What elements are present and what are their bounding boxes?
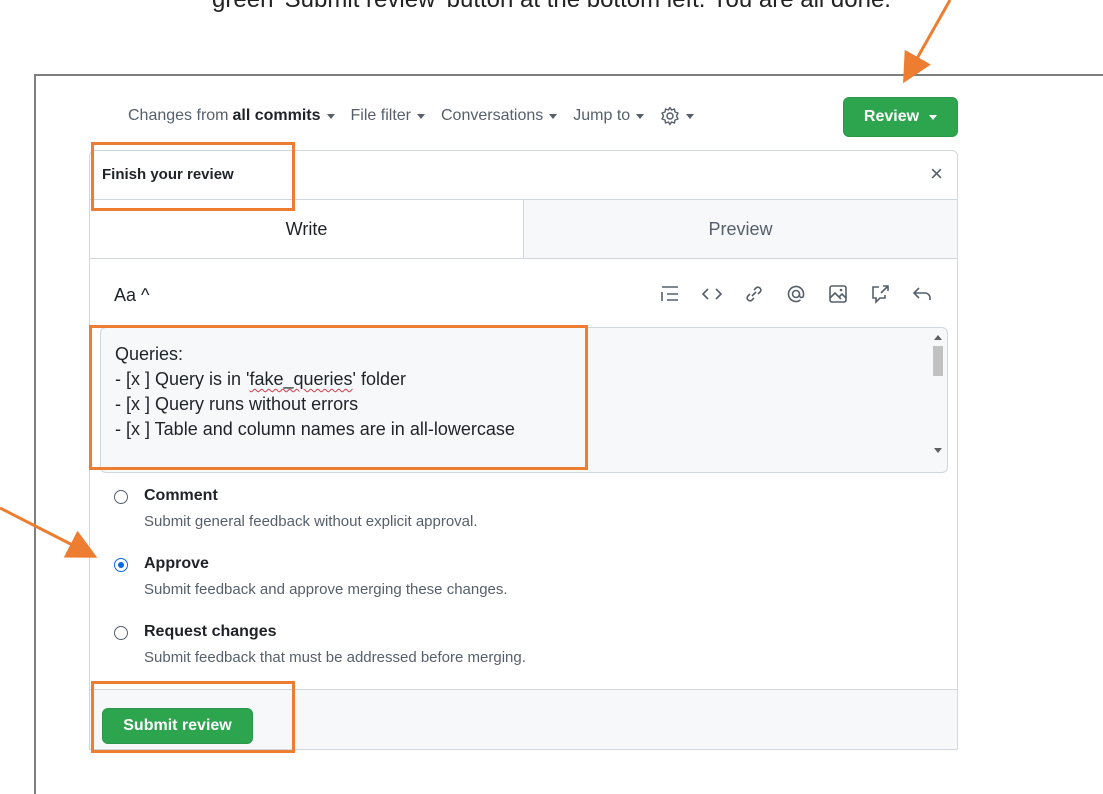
jump-to-dropdown[interactable]: Jump to [573, 107, 645, 125]
conversations-dropdown[interactable]: Conversations [440, 107, 558, 125]
code-icon[interactable] [701, 283, 723, 305]
list-icon[interactable] [659, 283, 681, 305]
changes-from-value: all commits [232, 107, 321, 124]
gear-icon [661, 106, 679, 126]
changes-from-dropdown[interactable]: Changes from all commits [128, 107, 335, 125]
instruction-caption: green 'Submit review' button at the bott… [0, 0, 1103, 14]
file-filter-dropdown[interactable]: File filter [351, 107, 425, 125]
comment-radio[interactable] [114, 490, 128, 504]
pr-files-toolbar: Changes from all commits File filter Con… [128, 96, 710, 136]
option-description: Submit feedback that must be addressed b… [144, 649, 526, 666]
text-format-toggle[interactable]: Aa ^ [114, 285, 149, 306]
reference-icon[interactable] [869, 283, 891, 305]
option-label: Approve [144, 555, 209, 572]
settings-dropdown[interactable] [660, 106, 695, 126]
image-icon[interactable] [827, 283, 849, 305]
review-button[interactable]: Review [843, 97, 958, 137]
chevron-down-icon [416, 113, 425, 119]
option-description: Submit feedback and approve merging thes… [144, 581, 508, 598]
scroll-thumb[interactable] [933, 346, 943, 376]
jump-to-label: Jump to [573, 107, 631, 124]
highlight-box-submit [91, 681, 295, 753]
mention-icon[interactable] [785, 283, 807, 305]
close-icon[interactable]: × [930, 163, 943, 185]
textarea-scrollbar[interactable] [931, 332, 943, 468]
link-icon[interactable] [743, 283, 765, 305]
tab-preview[interactable]: Preview [523, 200, 957, 259]
option-description: Submit general feedback without explicit… [144, 513, 478, 530]
scroll-down-icon[interactable] [934, 448, 942, 453]
option-label: Request changes [144, 623, 277, 640]
highlight-box-title [91, 142, 295, 211]
scroll-up-icon[interactable] [934, 335, 942, 340]
conversations-label: Conversations [440, 107, 544, 124]
markdown-toolbar: Aa ^ [90, 259, 957, 329]
chevron-down-icon [326, 113, 335, 119]
review-button-label: Review [863, 108, 920, 125]
chevron-down-icon [686, 113, 695, 119]
file-filter-label: File filter [350, 107, 411, 124]
chevron-down-icon [549, 113, 558, 119]
chevron-down-icon [929, 114, 938, 120]
undo-icon[interactable] [911, 283, 933, 305]
highlight-box-textarea [89, 325, 588, 470]
request-changes-radio[interactable] [114, 626, 128, 640]
option-label: Comment [144, 487, 218, 504]
changes-from-label: Changes from [128, 107, 229, 124]
chevron-down-icon [636, 113, 645, 119]
approve-radio[interactable] [114, 558, 128, 572]
